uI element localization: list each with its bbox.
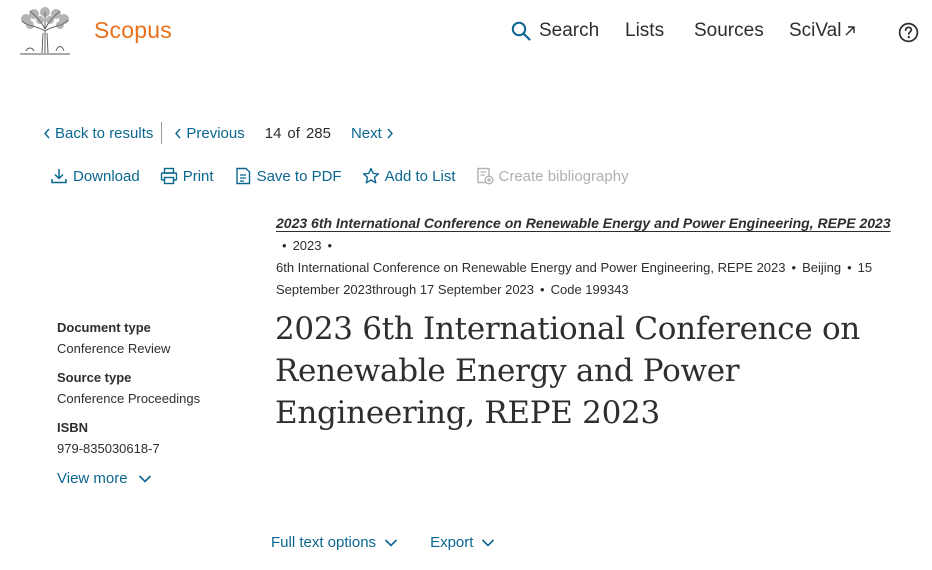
source-type-label: Source type: [57, 370, 132, 385]
add-to-list-button[interactable]: Add to List: [362, 167, 456, 185]
chevron-left-icon: [175, 128, 181, 138]
separator-dot: •: [540, 282, 545, 297]
chevron-down-icon: [482, 538, 495, 547]
elsevier-tree-logo[interactable]: [16, 7, 74, 57]
next-label: Next: [350, 124, 382, 142]
create-bibliography-label: Create bibliography: [498, 167, 629, 185]
external-link-icon: [845, 26, 856, 36]
export-label: Export: [430, 534, 474, 551]
chevron-down-icon: [138, 474, 151, 483]
full-text-options-dropdown[interactable]: Full text options: [271, 534, 398, 551]
add-to-list-label: Add to List: [384, 167, 456, 185]
scopus-brand[interactable]: Scopus: [94, 17, 172, 44]
document-title: 2023 6th International Conference on Ren…: [275, 311, 860, 431]
total-results: 285: [305, 124, 331, 142]
back-to-results-link[interactable]: Back to results: [43, 125, 153, 142]
chevron-right-icon: [387, 128, 393, 138]
top-header: Scopus Search Lists Sources SciVal: [0, 0, 932, 66]
printer-icon: [160, 167, 177, 185]
isbn-label: ISBN: [57, 420, 89, 435]
of-label: of: [287, 124, 300, 142]
nav-search-label: Search: [539, 20, 600, 41]
result-navigation: Back to results Previous 14 of 285 Next: [43, 122, 394, 144]
nav-search[interactable]: Search: [511, 20, 599, 42]
nav-sources[interactable]: Sources: [694, 20, 764, 42]
separator-dot: •: [282, 238, 287, 253]
save-to-pdf-label: Save to PDF: [256, 167, 342, 185]
view-more-label: View more: [57, 470, 128, 487]
separator-dot: •: [847, 260, 852, 275]
document-type-value: Conference Review: [57, 341, 171, 356]
document-toolbar: Download Print Save to PDF Add to List C…: [50, 164, 649, 188]
document-type-label: Document type: [57, 320, 151, 335]
isbn-value: 979-835030618-7: [57, 441, 160, 456]
source-year: 2023: [292, 238, 322, 253]
pdf-file-icon: [235, 167, 250, 185]
search-icon: [511, 21, 531, 41]
source-title-link[interactable]: 2023 6th International Conference on Ren…: [276, 212, 891, 234]
star-icon: [362, 167, 379, 184]
source-conference: 6th International Conference on Renewabl…: [276, 260, 786, 275]
separator-dot: •: [327, 238, 333, 253]
nav-scival[interactable]: SciVal: [789, 20, 856, 42]
nav-scival-label: SciVal: [789, 20, 842, 41]
download-label: Download: [73, 167, 140, 185]
nav-divider: [161, 122, 163, 144]
source-location: Beijing: [802, 260, 842, 275]
next-link[interactable]: Next: [351, 125, 394, 142]
nav-lists[interactable]: Lists: [625, 20, 664, 42]
download-icon: [51, 169, 67, 184]
current-index: 14: [264, 124, 282, 142]
print-button[interactable]: Print: [160, 167, 214, 185]
previous-label: Previous: [186, 124, 245, 142]
save-to-pdf-button[interactable]: Save to PDF: [234, 167, 342, 185]
chevron-left-icon: [44, 128, 50, 138]
view-more-button[interactable]: View more: [57, 470, 152, 487]
document-actions: Full text options Export: [271, 534, 527, 551]
print-label: Print: [182, 167, 214, 185]
download-button[interactable]: Download: [50, 167, 140, 185]
source-code: Code 199343: [550, 282, 629, 297]
chevron-down-icon: [384, 538, 398, 547]
source-info: 2023 6th International Conference on Ren…: [276, 212, 916, 301]
back-to-results-label: Back to results: [55, 124, 154, 142]
create-bibliography-button[interactable]: Create bibliography: [476, 167, 629, 185]
source-type-value: Conference Proceedings: [57, 391, 201, 406]
result-counter: 14 of 285: [265, 125, 331, 142]
help-icon[interactable]: [898, 22, 919, 43]
export-dropdown[interactable]: Export: [430, 534, 495, 551]
separator-dot: •: [791, 260, 797, 275]
previous-link[interactable]: Previous: [174, 124, 245, 142]
bibliography-icon: [476, 167, 493, 185]
document-metadata: Document type Conference Review Source t…: [57, 318, 257, 468]
full-text-options-label: Full text options: [271, 534, 377, 551]
